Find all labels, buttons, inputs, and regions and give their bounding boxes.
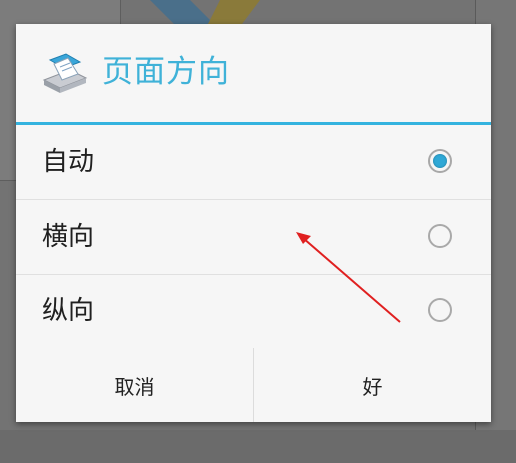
page-orientation-dialog: 页面方向 自动 横向 纵向 取消 好 (16, 24, 491, 422)
option-label-landscape: 横向 (42, 222, 95, 252)
printer-icon (42, 53, 88, 93)
radio-landscape[interactable] (428, 224, 452, 248)
option-portrait[interactable]: 纵向 (16, 274, 491, 349)
dialog-header: 页面方向 (16, 24, 491, 123)
option-auto[interactable]: 自动 (16, 125, 491, 200)
radio-portrait[interactable] (428, 298, 452, 322)
dialog-button-bar: 取消 好 (16, 348, 491, 422)
ok-button[interactable]: 好 (254, 348, 491, 422)
option-label-auto: 自动 (42, 147, 95, 177)
cancel-button[interactable]: 取消 (16, 348, 253, 422)
background-bottom-bar (0, 430, 516, 463)
radio-selected-dot (433, 154, 447, 168)
dialog-title: 页面方向 (102, 54, 230, 90)
option-label-portrait: 纵向 (42, 296, 95, 326)
radio-auto[interactable] (428, 149, 452, 173)
option-landscape[interactable]: 横向 (16, 200, 491, 275)
